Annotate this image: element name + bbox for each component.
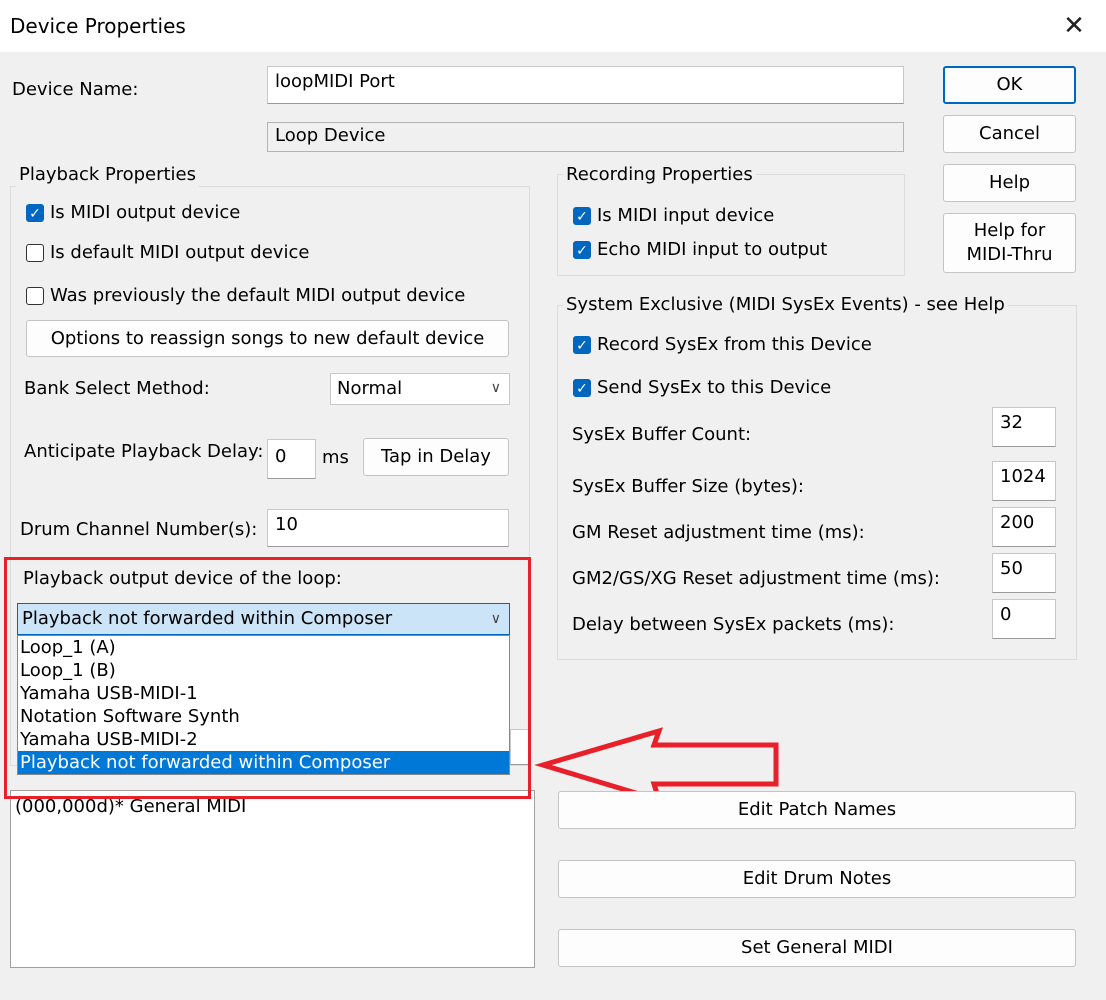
was-default-output-label: Was previously the default MIDI output d… (50, 285, 466, 306)
bank-select-value: Normal (337, 378, 403, 399)
anticipate-delay-label: Anticipate Playback Delay: (24, 441, 264, 462)
was-default-output-checkbox[interactable] (26, 287, 44, 305)
sysex-buffer-count-label: SysEx Buffer Count: (572, 424, 752, 445)
sysex-buffer-count-input[interactable]: 32 (992, 407, 1056, 447)
reassign-songs-button[interactable]: Options to reassign songs to new default… (26, 320, 509, 357)
sysex-buffer-size-label: SysEx Buffer Size (bytes): (572, 476, 804, 497)
bank-select-label: Bank Select Method: (24, 378, 210, 399)
chevron-down-icon: ∨ (490, 380, 501, 396)
help-midi-thru-line2: MIDI-Thru (966, 244, 1053, 265)
help-midi-thru-button[interactable]: Help for MIDI-Thru (943, 213, 1076, 273)
is-midi-input-checkbox[interactable]: ✓ (573, 207, 591, 225)
gm2-reset-input[interactable]: 50 (992, 553, 1056, 593)
is-midi-output-label: Is MIDI output device (50, 202, 241, 223)
tap-in-delay-button[interactable]: Tap in Delay (363, 438, 509, 476)
record-sysex-label: Record SysEx from this Device (597, 334, 872, 355)
device-name-input[interactable]: loopMIDI Port (267, 66, 904, 104)
help-button[interactable]: Help (943, 164, 1076, 202)
device-type-field: Loop Device (267, 122, 904, 152)
echo-midi-label: Echo MIDI input to output (597, 239, 828, 260)
gm-reset-input[interactable]: 200 (992, 507, 1056, 547)
bank-select-dropdown[interactable]: Normal ∨ (330, 373, 510, 405)
echo-midi-checkbox[interactable]: ✓ (573, 241, 591, 259)
is-midi-input-label: Is MIDI input device (597, 205, 775, 226)
close-icon[interactable]: ✕ (1058, 8, 1090, 44)
edit-patch-names-button[interactable]: Edit Patch Names (558, 791, 1076, 829)
gm2-reset-label: GM2/GS/XG Reset adjustment time (ms): (572, 568, 940, 589)
annotation-highlight-box (4, 557, 531, 799)
is-midi-output-checkbox[interactable]: ✓ (26, 204, 44, 222)
record-sysex-checkbox[interactable]: ✓ (573, 336, 591, 354)
patch-list[interactable]: (000,000d)* General MIDI (10, 790, 535, 968)
help-midi-thru-line1: Help for (973, 220, 1046, 241)
device-name-label: Device Name: (12, 79, 139, 100)
is-default-output-checkbox[interactable] (26, 244, 44, 262)
edit-drum-notes-button[interactable]: Edit Drum Notes (558, 860, 1076, 898)
sysex-packet-delay-label: Delay between SysEx packets (ms): (572, 614, 895, 635)
ok-button[interactable]: OK (943, 66, 1076, 104)
cancel-button[interactable]: Cancel (943, 115, 1076, 153)
is-default-output-label: Is default MIDI output device (50, 242, 310, 263)
sysex-buffer-size-input[interactable]: 1024 (992, 461, 1056, 501)
sysex-packet-delay-input[interactable]: 0 (992, 599, 1056, 639)
gm-reset-label: GM Reset adjustment time (ms): (572, 522, 865, 543)
recording-properties-title: Recording Properties (563, 163, 756, 187)
drum-channel-input[interactable]: 10 (267, 509, 509, 547)
send-sysex-checkbox[interactable]: ✓ (573, 379, 591, 397)
sysex-title: System Exclusive (MIDI SysEx Events) - s… (563, 293, 1008, 317)
drum-channel-label: Drum Channel Number(s): (20, 519, 258, 540)
anticipate-delay-input[interactable]: 0 (267, 439, 316, 479)
playback-properties-title: Playback Properties (16, 163, 200, 187)
send-sysex-label: Send SysEx to this Device (597, 377, 832, 398)
ms-label: ms (322, 447, 349, 468)
window-title: Device Properties (10, 14, 186, 38)
set-general-midi-button[interactable]: Set General MIDI (558, 929, 1076, 967)
